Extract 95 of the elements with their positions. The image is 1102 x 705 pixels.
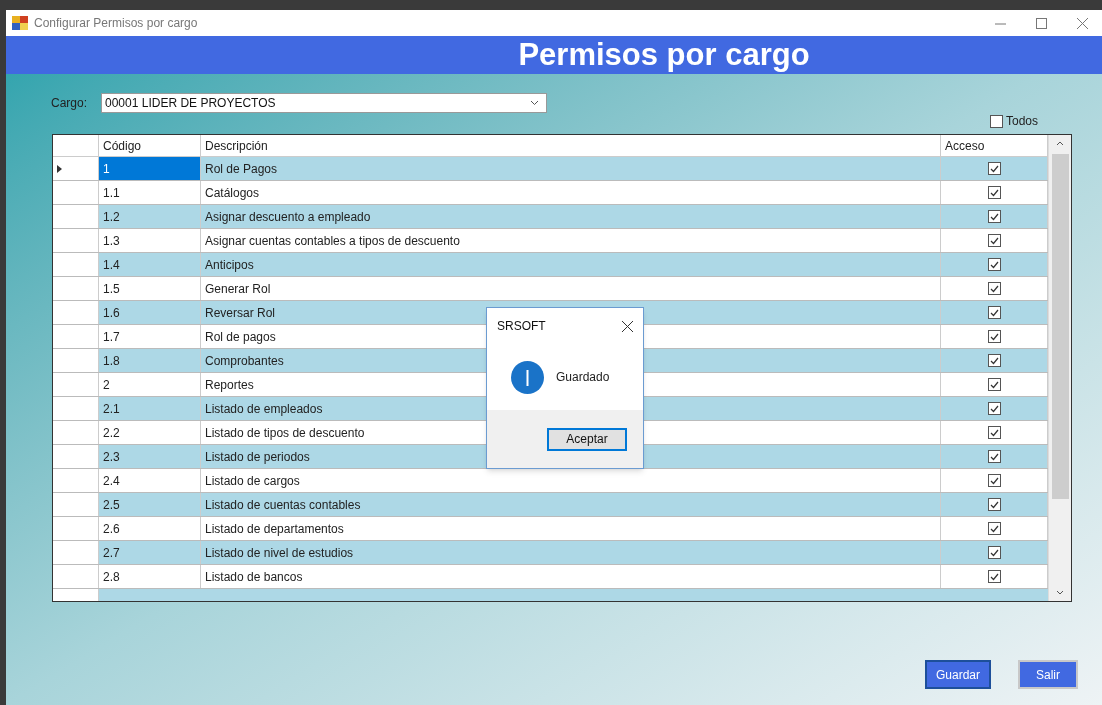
- scrollbar-thumb[interactable]: [1051, 154, 1069, 499]
- code-cell-text: 1.4: [102, 256, 121, 274]
- checkmark-icon: [989, 404, 999, 413]
- checkbox[interactable]: [987, 378, 1001, 391]
- description-cell-text: Anticipos: [204, 256, 255, 274]
- description-cell-text: Listado de periodos: [204, 448, 311, 466]
- code-cell-text: 1.2: [102, 208, 121, 226]
- dialog-title: SRSOFT: [497, 318, 546, 335]
- cargo-dropdown[interactable]: 00001 LIDER DE PROYECTOS: [101, 93, 547, 113]
- code-cell-text: 1.1: [102, 184, 121, 202]
- checkbox[interactable]: [987, 522, 1001, 535]
- description-cell-text: Listado de nivel de estudios: [204, 544, 355, 562]
- code-cell-text: 1.7: [102, 328, 121, 346]
- code-cell-text: 2.6: [102, 520, 121, 538]
- description-cell-text: Asignar cuentas contables a tipos de descuento: [204, 232, 461, 250]
- checkbox[interactable]: [987, 330, 1001, 343]
- description-cell-text: Rol de Pagos: [204, 160, 279, 178]
- chevron-down-icon: [530, 100, 539, 106]
- description-cell-text: Asignar descuento a empleado: [204, 208, 372, 226]
- maximize-icon[interactable]: [1036, 17, 1047, 29]
- checkbox[interactable]: [987, 474, 1001, 487]
- checkbox[interactable]: [987, 258, 1001, 271]
- accept-button[interactable]: Aceptar: [547, 427, 627, 451]
- description-cell-text: Listado de empleados: [204, 400, 324, 418]
- code-cell-text: 2: [102, 376, 111, 394]
- code-cell-text: 1.3: [102, 232, 121, 250]
- checkbox[interactable]: [987, 546, 1001, 559]
- save-button[interactable]: Guardar: [924, 660, 991, 689]
- code-cell-text: 2.2: [102, 424, 121, 442]
- checkmark-icon: [989, 572, 999, 581]
- cargo-label: Cargo:: [51, 95, 89, 112]
- checkbox[interactable]: [987, 426, 1001, 439]
- code-cell-text: 2.8: [102, 568, 121, 586]
- row-pointer-icon: [57, 164, 62, 173]
- dialog-message: Guardado: [556, 369, 610, 386]
- checkmark-icon: [989, 236, 999, 245]
- checkbox[interactable]: [987, 186, 1001, 199]
- code-cell-text: 1.8: [102, 352, 121, 370]
- checkmark-icon: [989, 524, 999, 533]
- checkbox[interactable]: [987, 162, 1001, 175]
- checkmark-icon: [989, 452, 999, 461]
- checkbox[interactable]: [987, 282, 1001, 295]
- checkmark-icon: [989, 476, 999, 485]
- code-cell-text: 2.4: [102, 472, 121, 490]
- column-header[interactable]: Código: [99, 135, 201, 156]
- checkmark-icon: [989, 212, 999, 221]
- checkbox[interactable]: [987, 234, 1001, 247]
- checkbox[interactable]: [987, 210, 1001, 223]
- window-title: Configurar Permisos por cargo: [34, 15, 198, 32]
- header-banner: Permisos por cargo: [6, 36, 1102, 74]
- checkmark-icon: [989, 380, 999, 389]
- code-cell-text: 1.5: [102, 280, 121, 298]
- code-cell-text: 2.7: [102, 544, 121, 562]
- checkbox[interactable]: [987, 402, 1001, 415]
- checkmark-icon: [989, 164, 999, 173]
- description-cell-text: Catálogos: [204, 184, 261, 202]
- column-header[interactable]: Descripción: [201, 135, 941, 156]
- description-cell-text: Listado de cuentas contables: [204, 496, 362, 514]
- checkmark-icon: [989, 284, 999, 293]
- checkmark-icon: [989, 188, 999, 197]
- close-icon[interactable]: [622, 320, 633, 332]
- scroll-down-icon[interactable]: [1056, 590, 1064, 595]
- checkbox[interactable]: [987, 570, 1001, 583]
- info-icon: [511, 360, 544, 394]
- checkmark-icon: [989, 308, 999, 317]
- checkmark-icon: [989, 548, 999, 557]
- description-cell-text: Rol de pagos: [204, 328, 277, 346]
- description-cell-text: Reversar Rol: [204, 304, 277, 322]
- checkbox[interactable]: [989, 114, 1003, 128]
- code-cell-text: 2.1: [102, 400, 121, 418]
- scroll-up-icon[interactable]: [1056, 141, 1064, 146]
- todos-label: Todos: [1005, 113, 1038, 130]
- checkbox[interactable]: [987, 354, 1001, 367]
- app-icon: [12, 16, 28, 30]
- description-cell-text: Comprobantes: [204, 352, 285, 370]
- code-cell-text: 2.3: [102, 448, 121, 466]
- scrollbar[interactable]: [1048, 135, 1071, 601]
- code-cell-text: 1: [102, 160, 111, 178]
- checkmark-icon: [989, 260, 999, 269]
- checkmark-icon: [989, 332, 999, 341]
- checkbox[interactable]: [987, 498, 1001, 511]
- checkmark-icon: [989, 356, 999, 365]
- description-cell-text: Reportes: [204, 376, 255, 394]
- checkmark-icon: [989, 500, 999, 509]
- code-cell-text: 1.6: [102, 304, 121, 322]
- description-cell-text: Listado de cargos: [204, 472, 301, 490]
- checkbox[interactable]: [987, 450, 1001, 463]
- checkbox[interactable]: [987, 306, 1001, 319]
- description-cell-text: Listado de tipos de descuento: [204, 424, 366, 442]
- exit-button[interactable]: Salir: [1018, 660, 1078, 689]
- checkmark-icon: [989, 428, 999, 437]
- description-cell-text: Generar Rol: [204, 280, 272, 298]
- code-cell-text: 2.5: [102, 496, 121, 514]
- description-cell-text: Listado de departamentos: [204, 520, 345, 538]
- description-cell-text: Listado de bancos: [204, 568, 304, 586]
